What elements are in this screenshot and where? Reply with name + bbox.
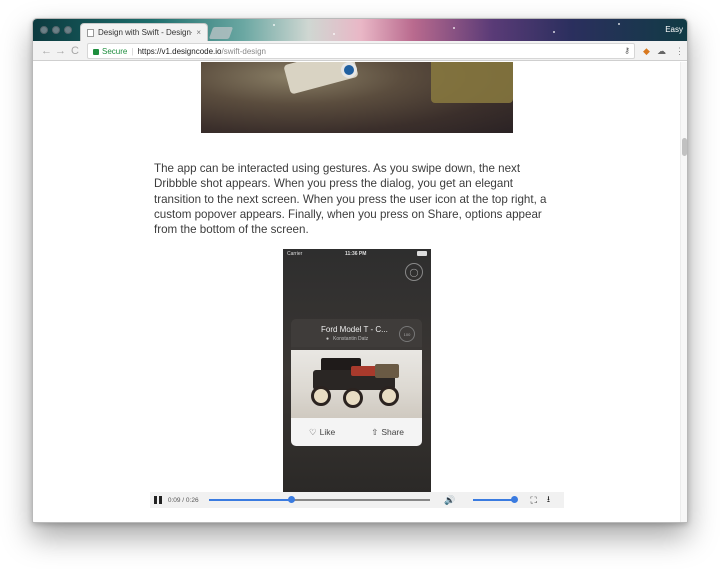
battery-icon [417,251,427,256]
volume-icon[interactable]: 🔊 [444,495,455,506]
page-scrollbar[interactable] [680,62,687,522]
volume-knob[interactable] [510,496,518,503]
minimize-window-button[interactable] [52,26,60,34]
like-label: Like [319,427,336,437]
volume-slider[interactable] [473,496,518,503]
user-icon[interactable]: ◯ [405,263,423,281]
url-path: /swift-design [221,46,266,56]
phone-video-frame[interactable]: Carrier 11:36 PM ◯ Ford Model T - C... ●… [283,249,431,492]
tab-close-icon[interactable]: × [196,28,201,37]
tab-title: Design with Swift - Design+Co [98,28,192,37]
like-button[interactable]: ♡ Like [309,427,335,438]
share-label: Share [381,427,404,437]
menu-kebab-icon[interactable]: ⋮ [675,46,684,56]
zoom-window-button[interactable] [64,26,72,34]
scrollbar-thumb[interactable] [682,138,687,156]
card-header: Ford Model T - C... ● Konstantin Datz 10… [291,319,422,347]
status-time: 11:36 PM [345,251,367,257]
page-content[interactable]: The app can be interacted using gestures… [33,62,687,522]
reload-button[interactable]: C [71,44,79,58]
browser-window: Design with Swift - Design+Co × Easy ← →… [32,18,688,523]
address-bar[interactable]: Secure | https://v1.designcode.io /swift… [87,43,635,59]
article-paragraph: The app can be interacted using gestures… [154,162,547,237]
fullscreen-icon[interactable]: ⛶ [531,495,537,506]
card-actions: ♡ Like ⇧ Share [291,418,422,446]
card-title: Ford Model T - C... [321,325,388,334]
shot-card[interactable]: Ford Model T - C... ● Konstantin Datz 10… [291,319,422,446]
page-favicon-icon [87,28,94,37]
back-button[interactable]: ← [41,44,52,58]
url-origin: https://v1.designcode.io [137,46,222,56]
screenshot-stage: Design with Swift - Design+Co × Easy ← →… [0,0,720,569]
article-hero-image [201,62,513,133]
browser-tab-active[interactable]: Design with Swift - Design+Co × [80,23,208,41]
close-window-button[interactable] [40,26,48,34]
download-icon[interactable]: ⭳ [547,492,550,508]
forward-button[interactable]: → [55,44,66,58]
cloud-extension-icon[interactable]: ☁ [657,46,666,56]
browser-toolbar: ← → C Secure | https://v1.designcode.io … [33,41,687,61]
lock-icon [93,49,99,55]
video-progress-slider[interactable] [208,496,431,503]
video-time: 0:09 / 0:26 [167,496,199,504]
share-icon: ⇧ [371,426,379,437]
omnibox-separator: | [131,46,134,56]
video-controls: 0:09 / 0:26 🔊 ⛶ ⭳ [150,492,564,508]
pause-icon[interactable] [154,496,162,504]
browser-titlebar: Design with Swift - Design+Co × Easy [33,19,687,41]
profile-name[interactable]: Easy [665,25,683,34]
card-author: Konstantin Datz [333,336,369,342]
card-badge: 100 [399,326,415,342]
status-carrier: Carrier [287,251,303,257]
car-shot-image [291,350,422,418]
key-icon[interactable]: ⚷ [624,46,630,55]
new-tab-button[interactable] [208,27,234,39]
author-avatar-icon: ● [326,336,330,342]
share-button[interactable]: ⇧ Share [371,427,404,438]
fox-extension-icon[interactable]: ◆ [643,46,650,56]
secure-label: Secure [102,46,128,56]
phone-status-bar: Carrier 11:36 PM [283,249,431,259]
progress-fill [208,499,291,501]
progress-knob[interactable] [287,496,295,503]
heart-icon: ♡ [308,426,317,437]
